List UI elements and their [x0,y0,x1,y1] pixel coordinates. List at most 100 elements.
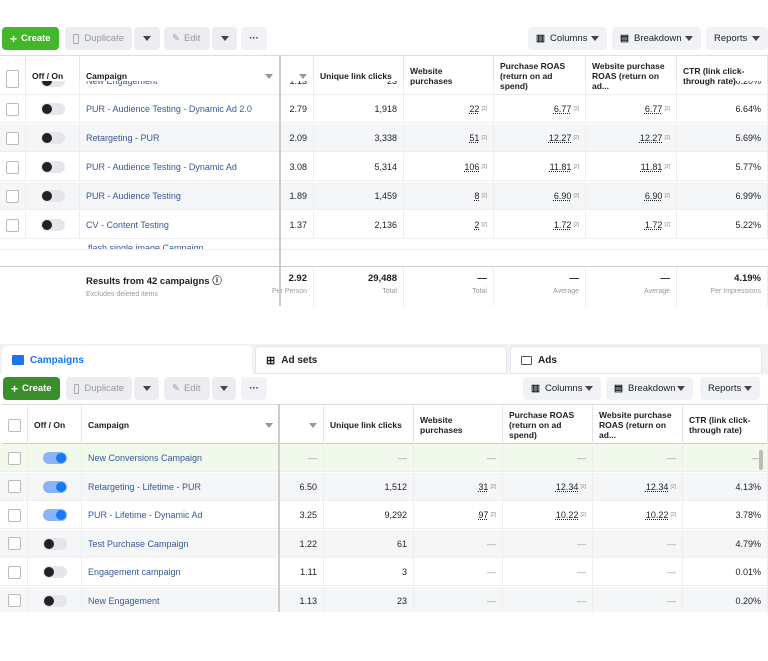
metric-value[interactable]: 6.77 [645,104,663,114]
table-row[interactable]: Retargeting - PUR 2.09 3,338 51 [2] 12.27 [2] 1… [0,124,768,152]
row-checkbox[interactable] [8,565,21,579]
row-select-cell[interactable] [0,124,26,152]
row-checkbox[interactable] [8,537,21,550]
select-all-checkbox[interactable] [8,418,21,432]
campaign-name-link[interactable]: New Engagement [88,596,160,606]
more-button[interactable]: ··· [241,27,267,50]
create-button[interactable]: + Create [2,27,59,50]
campaign-name-link[interactable]: Test Purchase Campaign [88,539,189,549]
campaign-name-cell[interactable]: PUR - Audience Testing - Dynamic Ad 2.0 [80,95,280,123]
campaign-name-cell[interactable]: PUR - Audience Testing - Dynamic Ad [80,153,280,181]
table-row[interactable]: New Conversions Campaign — — — — — — [0,444,768,472]
row-select-cell[interactable] [2,444,28,472]
row-checkbox[interactable] [8,594,21,607]
metric-value[interactable]: 51 [469,133,479,143]
select-all-column[interactable] [2,405,28,445]
edit-dropdown-button[interactable] [212,377,236,400]
row-checkbox[interactable] [6,189,19,203]
breakdown-button[interactable]: ▤ Breakdown [606,377,693,400]
metric-value[interactable]: 10.22 [556,510,579,520]
table-row[interactable]: Engagement campaign 1.11 3 — — — 0.01% [0,558,768,586]
metric-value[interactable]: 31 [478,482,488,492]
campaign-name-link[interactable]: flash single image Campaign [88,243,204,249]
metric-value[interactable]: 1.72 [554,220,572,230]
tab-ads[interactable]: Ads [510,346,762,374]
table-row[interactable]: New Engagement 1.13 23 — — — 0.20% [0,586,768,612]
delivery-toggle[interactable] [40,190,65,202]
campaign-name-cell[interactable]: Engagement campaign [82,558,280,586]
metric-value[interactable]: 2 [474,220,479,230]
row-select-cell[interactable] [2,472,28,501]
row-toggle-cell[interactable] [28,472,82,501]
campaign-name-link[interactable]: Retargeting - PUR [86,133,160,143]
delivery-toggle[interactable] [42,452,67,464]
campaign-name-link[interactable]: PUR - Lifetime - Dynamic Ad [88,510,203,520]
campaign-name-cell[interactable]: PUR - Audience Testing [80,182,280,210]
delivery-toggle[interactable] [42,480,67,493]
duplicate-dropdown-button[interactable] [134,27,160,50]
table-row[interactable]: CV - Content Testing 1.37 2,136 2 [2] 1.72 [2]… [0,211,768,239]
duplicate-dropdown-button[interactable] [134,377,159,400]
delivery-toggle[interactable] [40,103,65,115]
campaign-name-link[interactable]: PUR - Audience Testing [86,191,181,201]
tab-campaigns[interactable]: Campaigns [2,346,252,374]
metric-value[interactable]: 11.81 [550,162,572,172]
delivery-toggle[interactable] [42,594,67,607]
metric-value[interactable]: 6.90 [554,191,572,201]
row-toggle-cell[interactable] [28,558,82,586]
metric-value[interactable]: 6.77 [554,104,572,114]
metric-value[interactable]: 6.90 [645,191,663,201]
vertical-scrollbar[interactable] [759,450,763,470]
table-row[interactable]: New Engagement 1.13 23 0.20% [0,81,768,95]
columns-button[interactable]: ▥ Columns [528,27,607,50]
campaign-name-link[interactable]: PUR - Audience Testing - Dynamic Ad [86,162,237,172]
campaign-name-link[interactable]: New Engagement [86,81,158,86]
edit-button[interactable]: ✎ Edit [164,27,210,50]
table-row[interactable]: Retargeting - Lifetime - PUR 6.50 1,512 31[… [0,472,768,501]
delivery-toggle[interactable] [40,219,65,231]
metric-value[interactable]: 12.27 [640,133,663,143]
table-row[interactable]: flash single image Campaign [0,240,768,250]
header-purchase-roas[interactable]: Purchase ROAS (return on ad spend) [503,405,593,445]
campaign-name-link[interactable]: New Conversions Campaign [88,453,202,463]
metric-value[interactable]: 97 [478,510,488,520]
delivery-toggle[interactable] [42,537,67,550]
duplicate-button[interactable]: Duplicate [66,377,132,400]
metric-value[interactable]: 11.81 [641,162,663,172]
campaign-name-cell[interactable]: Test Purchase Campaign [82,529,280,558]
header-website-purchase-roas[interactable]: Website purchase ROAS (return on ad... [593,405,683,445]
duplicate-button[interactable]: Duplicate [65,27,132,50]
row-toggle-cell[interactable] [28,501,82,529]
campaign-name-cell[interactable]: New Engagement [82,586,280,612]
campaign-name-link[interactable]: PUR - Audience Testing - Dynamic Ad 2.0 [86,104,252,114]
row-toggle-cell[interactable] [28,586,82,612]
row-toggle-cell[interactable] [26,211,80,239]
campaign-name-cell[interactable]: Retargeting - Lifetime - PUR [82,472,280,501]
reports-button[interactable]: Reports [706,27,768,50]
campaign-name-link[interactable]: Retargeting - Lifetime - PUR [88,482,201,492]
table-row[interactable]: PUR - Audience Testing - Dynamic Ad 3.08 5… [0,153,768,181]
campaign-name-cell[interactable]: CV - Content Testing [80,211,280,239]
campaign-name-cell[interactable]: New Conversions Campaign [82,444,280,472]
row-select-cell[interactable] [2,586,28,612]
row-checkbox[interactable] [6,81,19,88]
header-campaign[interactable]: Campaign [82,405,280,445]
header-off-on[interactable]: Off / On [28,405,82,445]
row-checkbox[interactable] [6,102,19,116]
metric-value[interactable]: 1.72 [645,220,663,230]
row-select-cell[interactable] [2,558,28,586]
row-select-cell[interactable] [0,81,26,94]
create-button[interactable]: + Create [3,377,60,400]
row-toggle-cell[interactable] [26,81,80,94]
tab-adsets[interactable]: ⊞ Ad sets [255,346,507,374]
row-checkbox[interactable] [8,508,21,522]
row-select-cell[interactable] [0,95,26,123]
campaign-name-cell[interactable]: PUR - Lifetime - Dynamic Ad [82,501,280,529]
metric-value[interactable]: 10.22 [646,510,669,520]
row-checkbox[interactable] [6,160,19,174]
metric-value[interactable]: 12.34 [556,482,579,492]
row-checkbox[interactable] [6,131,19,145]
info-icon[interactable]: ⓘ [212,276,222,287]
campaign-name-cell[interactable]: New Engagement [80,81,280,94]
delivery-toggle[interactable] [42,566,67,578]
